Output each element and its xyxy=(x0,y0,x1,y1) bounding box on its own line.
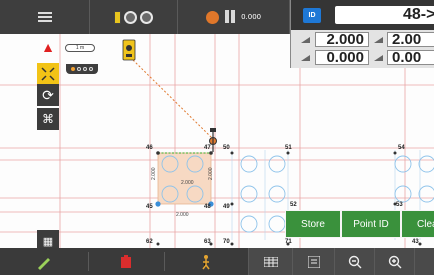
scale-bar: 1 m xyxy=(65,44,95,52)
point-label: 43 xyxy=(412,239,419,245)
page-dot[interactable] xyxy=(77,67,81,71)
page-indicator[interactable] xyxy=(66,64,98,74)
table-view-icon[interactable] xyxy=(248,248,292,275)
point-id-value: 48->4 xyxy=(335,6,434,24)
info-panel[interactable]: ID 48->4 2.000 2.00 0.000 0.00 xyxy=(290,0,434,68)
survey-device-icon xyxy=(114,10,121,24)
page-dot[interactable] xyxy=(89,67,93,71)
fit-icon[interactable]: ⌘ xyxy=(37,108,59,130)
height-icon xyxy=(374,37,383,43)
north-arrow-icon[interactable]: ▲ xyxy=(37,36,59,58)
gnss-status[interactable] xyxy=(90,0,178,34)
hamburger-icon xyxy=(37,12,52,22)
rotate-icon[interactable]: ⟳ xyxy=(37,84,59,106)
point-label: 71 xyxy=(285,239,292,245)
zoom-in-icon[interactable] xyxy=(374,248,414,275)
value-field: 0.000 xyxy=(315,50,369,65)
more-tools[interactable] xyxy=(414,248,434,275)
person-stake-icon[interactable] xyxy=(164,248,248,275)
height-icon xyxy=(301,37,310,43)
total-station-icon xyxy=(122,39,136,61)
gnss-status-icon xyxy=(124,10,137,24)
clear-button[interactable]: Clea xyxy=(401,210,434,238)
store-button[interactable]: Store xyxy=(285,210,341,238)
point-label: 45 xyxy=(146,204,153,210)
slope-icon xyxy=(301,55,310,61)
zoom-extents-icon[interactable] xyxy=(37,63,59,85)
prism-icon xyxy=(224,9,236,25)
stakeout-pen-icon[interactable] xyxy=(0,248,88,275)
point-label: 63 xyxy=(204,239,211,245)
zoom-out-icon[interactable] xyxy=(334,248,374,275)
point-label: 51 xyxy=(285,145,292,151)
dim-label-inner: 2.000 xyxy=(181,180,194,186)
point-label: 70 xyxy=(223,239,230,245)
value-field: 2.00 xyxy=(387,32,434,47)
point-label: 52 xyxy=(290,202,297,208)
point-label: 54 xyxy=(398,145,405,151)
page-dot[interactable] xyxy=(71,67,75,71)
page-dot[interactable] xyxy=(83,67,87,71)
instrument-icon[interactable] xyxy=(88,248,164,275)
point-id-button[interactable]: Point ID xyxy=(341,210,401,238)
id-badge: ID xyxy=(303,8,321,23)
value-field: 2.000 xyxy=(315,32,369,47)
point-label: 62 xyxy=(146,239,153,245)
info-panel-header: ID 48->4 xyxy=(291,0,434,30)
point-label: 50 xyxy=(223,145,230,151)
settings-wheel-icon xyxy=(140,10,153,24)
instrument-status[interactable]: 0.000 xyxy=(178,0,290,34)
point-label: 47 xyxy=(204,145,211,151)
robot-status-icon xyxy=(205,10,219,24)
point-label: 46 xyxy=(146,145,153,151)
level-icon xyxy=(374,55,383,61)
menu-button[interactable] xyxy=(0,0,90,34)
value-field: 0.00 xyxy=(387,50,434,65)
point-label: 53 xyxy=(396,202,403,208)
survey-app: 2.000 2.000 2.000 2.000 46 47 50 51 54 4… xyxy=(0,0,434,275)
point-label: 49 xyxy=(223,204,230,210)
instrument-value: 0.000 xyxy=(241,13,262,21)
dim-label-right: 2.000 xyxy=(208,167,214,180)
dim-label-bottom: 2.000 xyxy=(176,212,189,218)
point-label: 48 xyxy=(204,204,211,210)
dim-label-left: 2.000 xyxy=(151,167,157,180)
list-view-icon[interactable] xyxy=(292,248,334,275)
